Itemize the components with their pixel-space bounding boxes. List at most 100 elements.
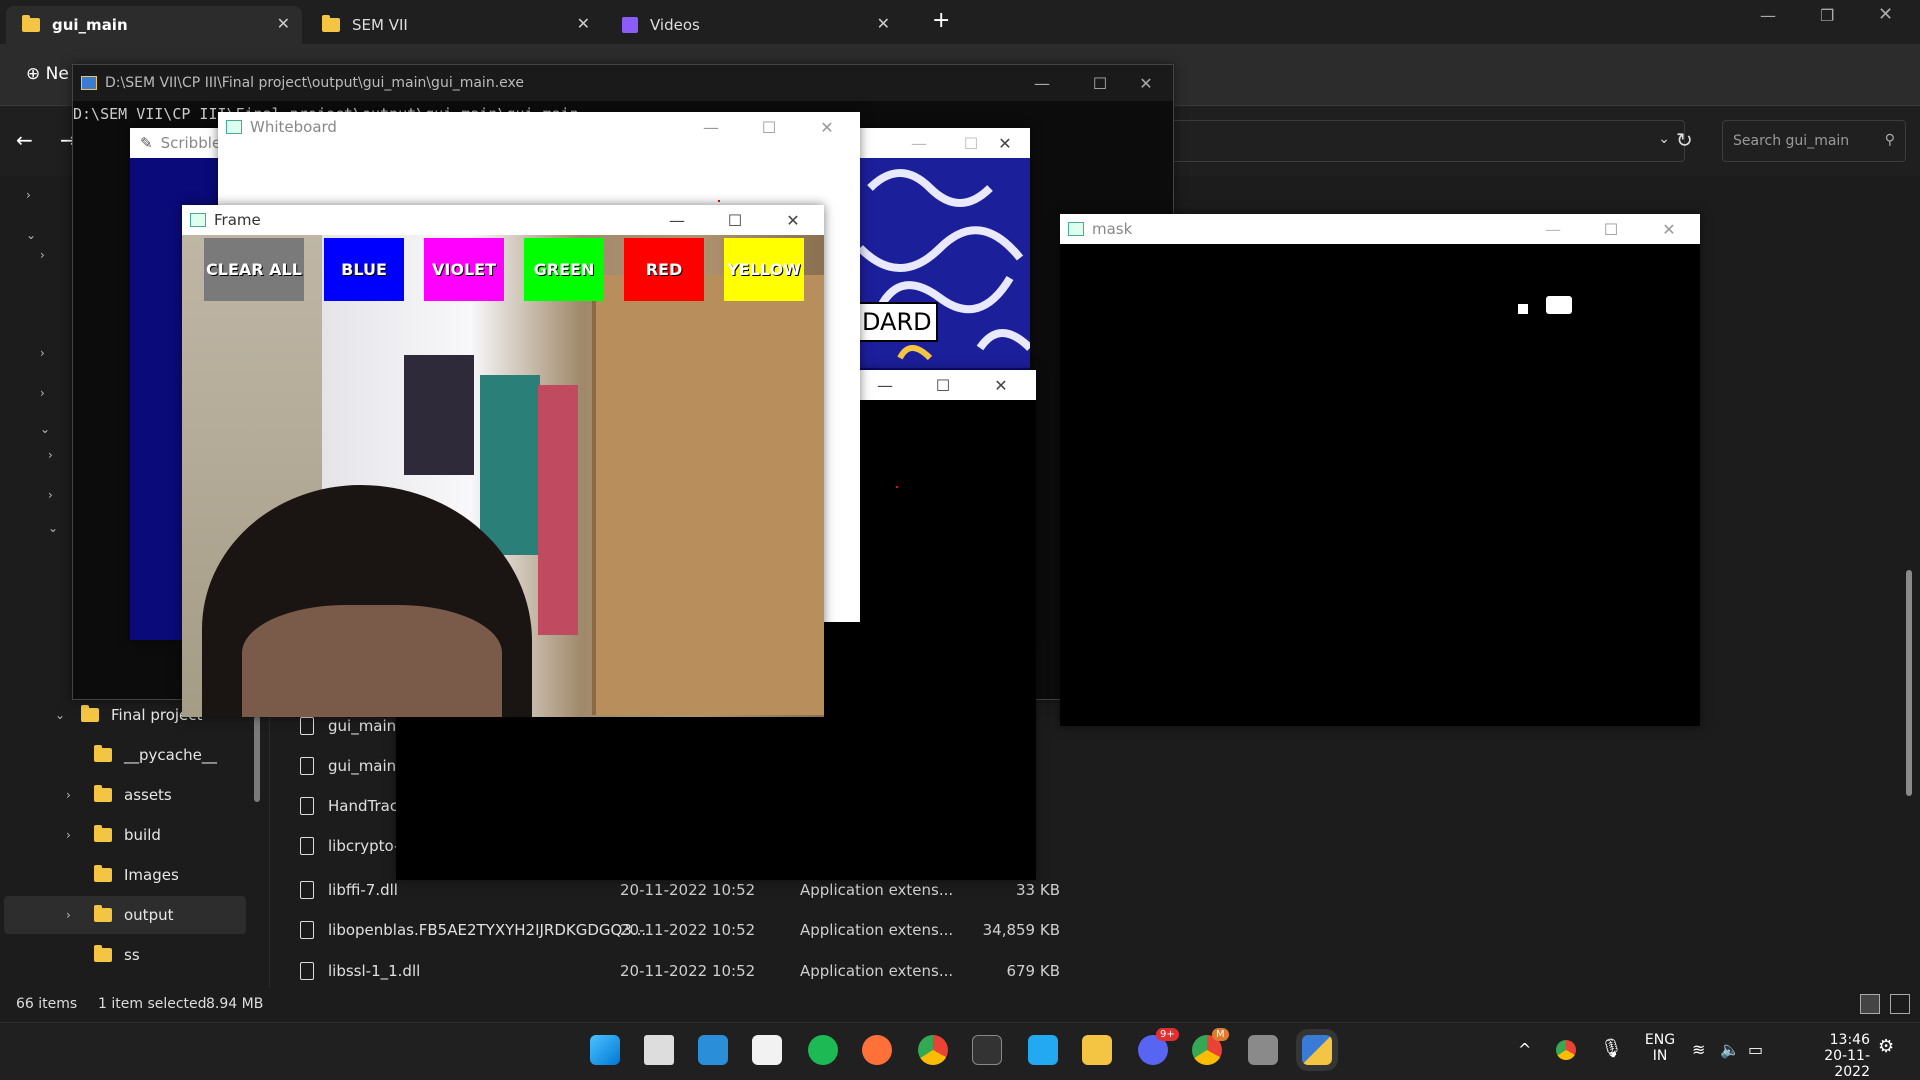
console-titlebar[interactable]: D:\SEM VII\CP III\Final project\output\g…: [73, 65, 1173, 101]
app-icon: [190, 213, 206, 227]
mask-canvas: [1060, 244, 1700, 726]
person-face: [242, 605, 502, 717]
maximize-button[interactable]: ☐: [914, 370, 972, 400]
tab-videos[interactable]: Videos ✕: [606, 6, 902, 44]
green-button[interactable]: GREEN: [524, 238, 604, 301]
close-button[interactable]: ✕: [798, 112, 856, 142]
tab-gui-main[interactable]: gui_main ✕: [6, 6, 302, 44]
clothes: [538, 385, 578, 635]
vscode-icon[interactable]: [1028, 1035, 1058, 1065]
spotify-icon[interactable]: [808, 1035, 838, 1065]
app-icon[interactable]: [1248, 1035, 1278, 1065]
chevron-down-icon[interactable]: ⌄: [1658, 131, 1670, 147]
chevron-right-icon: ›: [66, 828, 71, 842]
tree-item-output[interactable]: › output: [4, 896, 246, 934]
whiteboard-titlebar[interactable]: Whiteboard — ☐ ✕: [218, 112, 860, 142]
button-label: RED: [645, 260, 683, 279]
close-button[interactable]: ✕: [972, 370, 1030, 400]
minimize-button[interactable]: —: [1013, 65, 1071, 101]
violet-button[interactable]: VIOLET: [424, 238, 504, 301]
close-button[interactable]: ✕: [976, 128, 1034, 158]
close-button[interactable]: ✕: [764, 205, 822, 235]
chevron-right-icon[interactable]: ›: [26, 188, 31, 202]
python-icon[interactable]: [1302, 1035, 1332, 1065]
maximize-button[interactable]: ☐: [740, 112, 798, 142]
folder-icon: [94, 825, 112, 842]
task-view-icon[interactable]: [644, 1035, 674, 1065]
red-dot: [718, 200, 720, 202]
red-button[interactable]: RED: [624, 238, 704, 301]
file-name: libssl-1_1.dll: [328, 962, 421, 980]
notification-icon[interactable]: ⚙: [1878, 1036, 1894, 1057]
chevron-right-icon[interactable]: ›: [48, 488, 53, 502]
close-button[interactable]: ✕: [1878, 4, 1893, 25]
minimize-button[interactable]: —: [1524, 214, 1582, 244]
file-row[interactable]: libssl-1_1.dll 20-11-2022 10:52 Applicatio…: [300, 953, 1060, 989]
clothes: [404, 355, 474, 475]
chevron-down-icon[interactable]: ⌄: [40, 422, 50, 436]
minimize-button[interactable]: —: [648, 205, 706, 235]
frame-titlebar[interactable]: Frame — ☐ ✕: [182, 205, 824, 235]
chevron-right-icon[interactable]: ›: [40, 386, 45, 400]
chrome-icon[interactable]: [918, 1035, 948, 1065]
restore-button[interactable]: ❐: [1820, 6, 1834, 25]
folder-icon: [94, 865, 112, 882]
firefox-icon[interactable]: [862, 1035, 892, 1065]
scrollbar-thumb[interactable]: [1906, 570, 1912, 796]
chevron-down-icon[interactable]: ⌄: [48, 521, 58, 535]
webcam-feed: [182, 235, 824, 717]
maximize-button[interactable]: ☐: [1582, 214, 1640, 244]
desktop-icon[interactable]: [698, 1035, 728, 1065]
minimize-button[interactable]: —: [1760, 6, 1776, 25]
start-icon[interactable]: [590, 1035, 620, 1065]
tab-sem-vii[interactable]: SEM VII ✕: [306, 6, 602, 44]
wifi-icon[interactable]: ≋: [1692, 1040, 1705, 1059]
folder-icon: [94, 905, 112, 922]
tiles-view-icon[interactable]: [1890, 994, 1910, 1014]
new-tab-button[interactable]: +: [932, 8, 950, 33]
chevron-right-icon[interactable]: ›: [40, 346, 45, 360]
whiteboard-button-label[interactable]: DARD: [852, 302, 938, 342]
battery-icon[interactable]: ▭: [1748, 1040, 1763, 1059]
details-view-icon[interactable]: [1860, 994, 1880, 1014]
search-input[interactable]: Search gui_main ⚲: [1722, 120, 1906, 162]
clear-all-button[interactable]: CLEAR ALL: [204, 238, 304, 301]
refresh-icon[interactable]: ↻: [1676, 128, 1693, 152]
yellow-button[interactable]: YELLOW: [724, 238, 804, 301]
minimize-button[interactable]: —: [856, 370, 914, 400]
volume-icon[interactable]: 🔈: [1720, 1040, 1740, 1059]
address-bar[interactable]: ⌄: [1140, 120, 1685, 162]
terminal-icon[interactable]: [972, 1035, 1002, 1065]
back-arrow-icon[interactable]: ←: [16, 128, 33, 152]
chevron-right-icon[interactable]: ›: [48, 448, 53, 462]
close-icon[interactable]: ✕: [577, 14, 590, 33]
mask-window[interactable]: mask — ☐ ✕: [1060, 214, 1700, 726]
new-button[interactable]: ⊕ Ne: [26, 64, 69, 84]
clock[interactable]: 13:46 20-11-2022: [1790, 1032, 1870, 1080]
search-placeholder: Search gui_main: [1733, 133, 1850, 149]
store-icon[interactable]: [752, 1035, 782, 1065]
chevron-up-icon[interactable]: ^: [1518, 1040, 1531, 1059]
minimize-button[interactable]: —: [890, 128, 948, 158]
close-icon[interactable]: ✕: [277, 14, 290, 33]
file-type: Application extens...: [800, 921, 954, 939]
chevron-down-icon[interactable]: ⌄: [26, 228, 36, 242]
minimize-button[interactable]: —: [682, 112, 740, 142]
close-button[interactable]: ✕: [1640, 214, 1698, 244]
blue-button[interactable]: BLUE: [324, 238, 404, 301]
new-label: Ne: [45, 64, 69, 84]
close-button[interactable]: ✕: [1117, 65, 1175, 101]
file-size: 33 KB: [1016, 881, 1060, 899]
search-icon[interactable]: ⚲: [1885, 132, 1895, 148]
microphone-icon[interactable]: 🎙: [1600, 1038, 1623, 1059]
status-size: 8.94 MB: [206, 996, 264, 1012]
file-explorer-icon[interactable]: [1082, 1035, 1112, 1065]
maximize-button[interactable]: ☐: [706, 205, 764, 235]
mask-titlebar[interactable]: mask — ☐ ✕: [1060, 214, 1700, 244]
language-indicator[interactable]: ENG IN: [1640, 1032, 1680, 1064]
file-row[interactable]: libopenblas.FB5AE2TYXYH2IJRDKGDGQ3... 20-…: [300, 912, 1060, 948]
tray-app-icon[interactable]: [1556, 1040, 1576, 1060]
chevron-right-icon[interactable]: ›: [40, 248, 45, 262]
close-icon[interactable]: ✕: [877, 14, 890, 33]
folder-icon: [81, 705, 99, 722]
